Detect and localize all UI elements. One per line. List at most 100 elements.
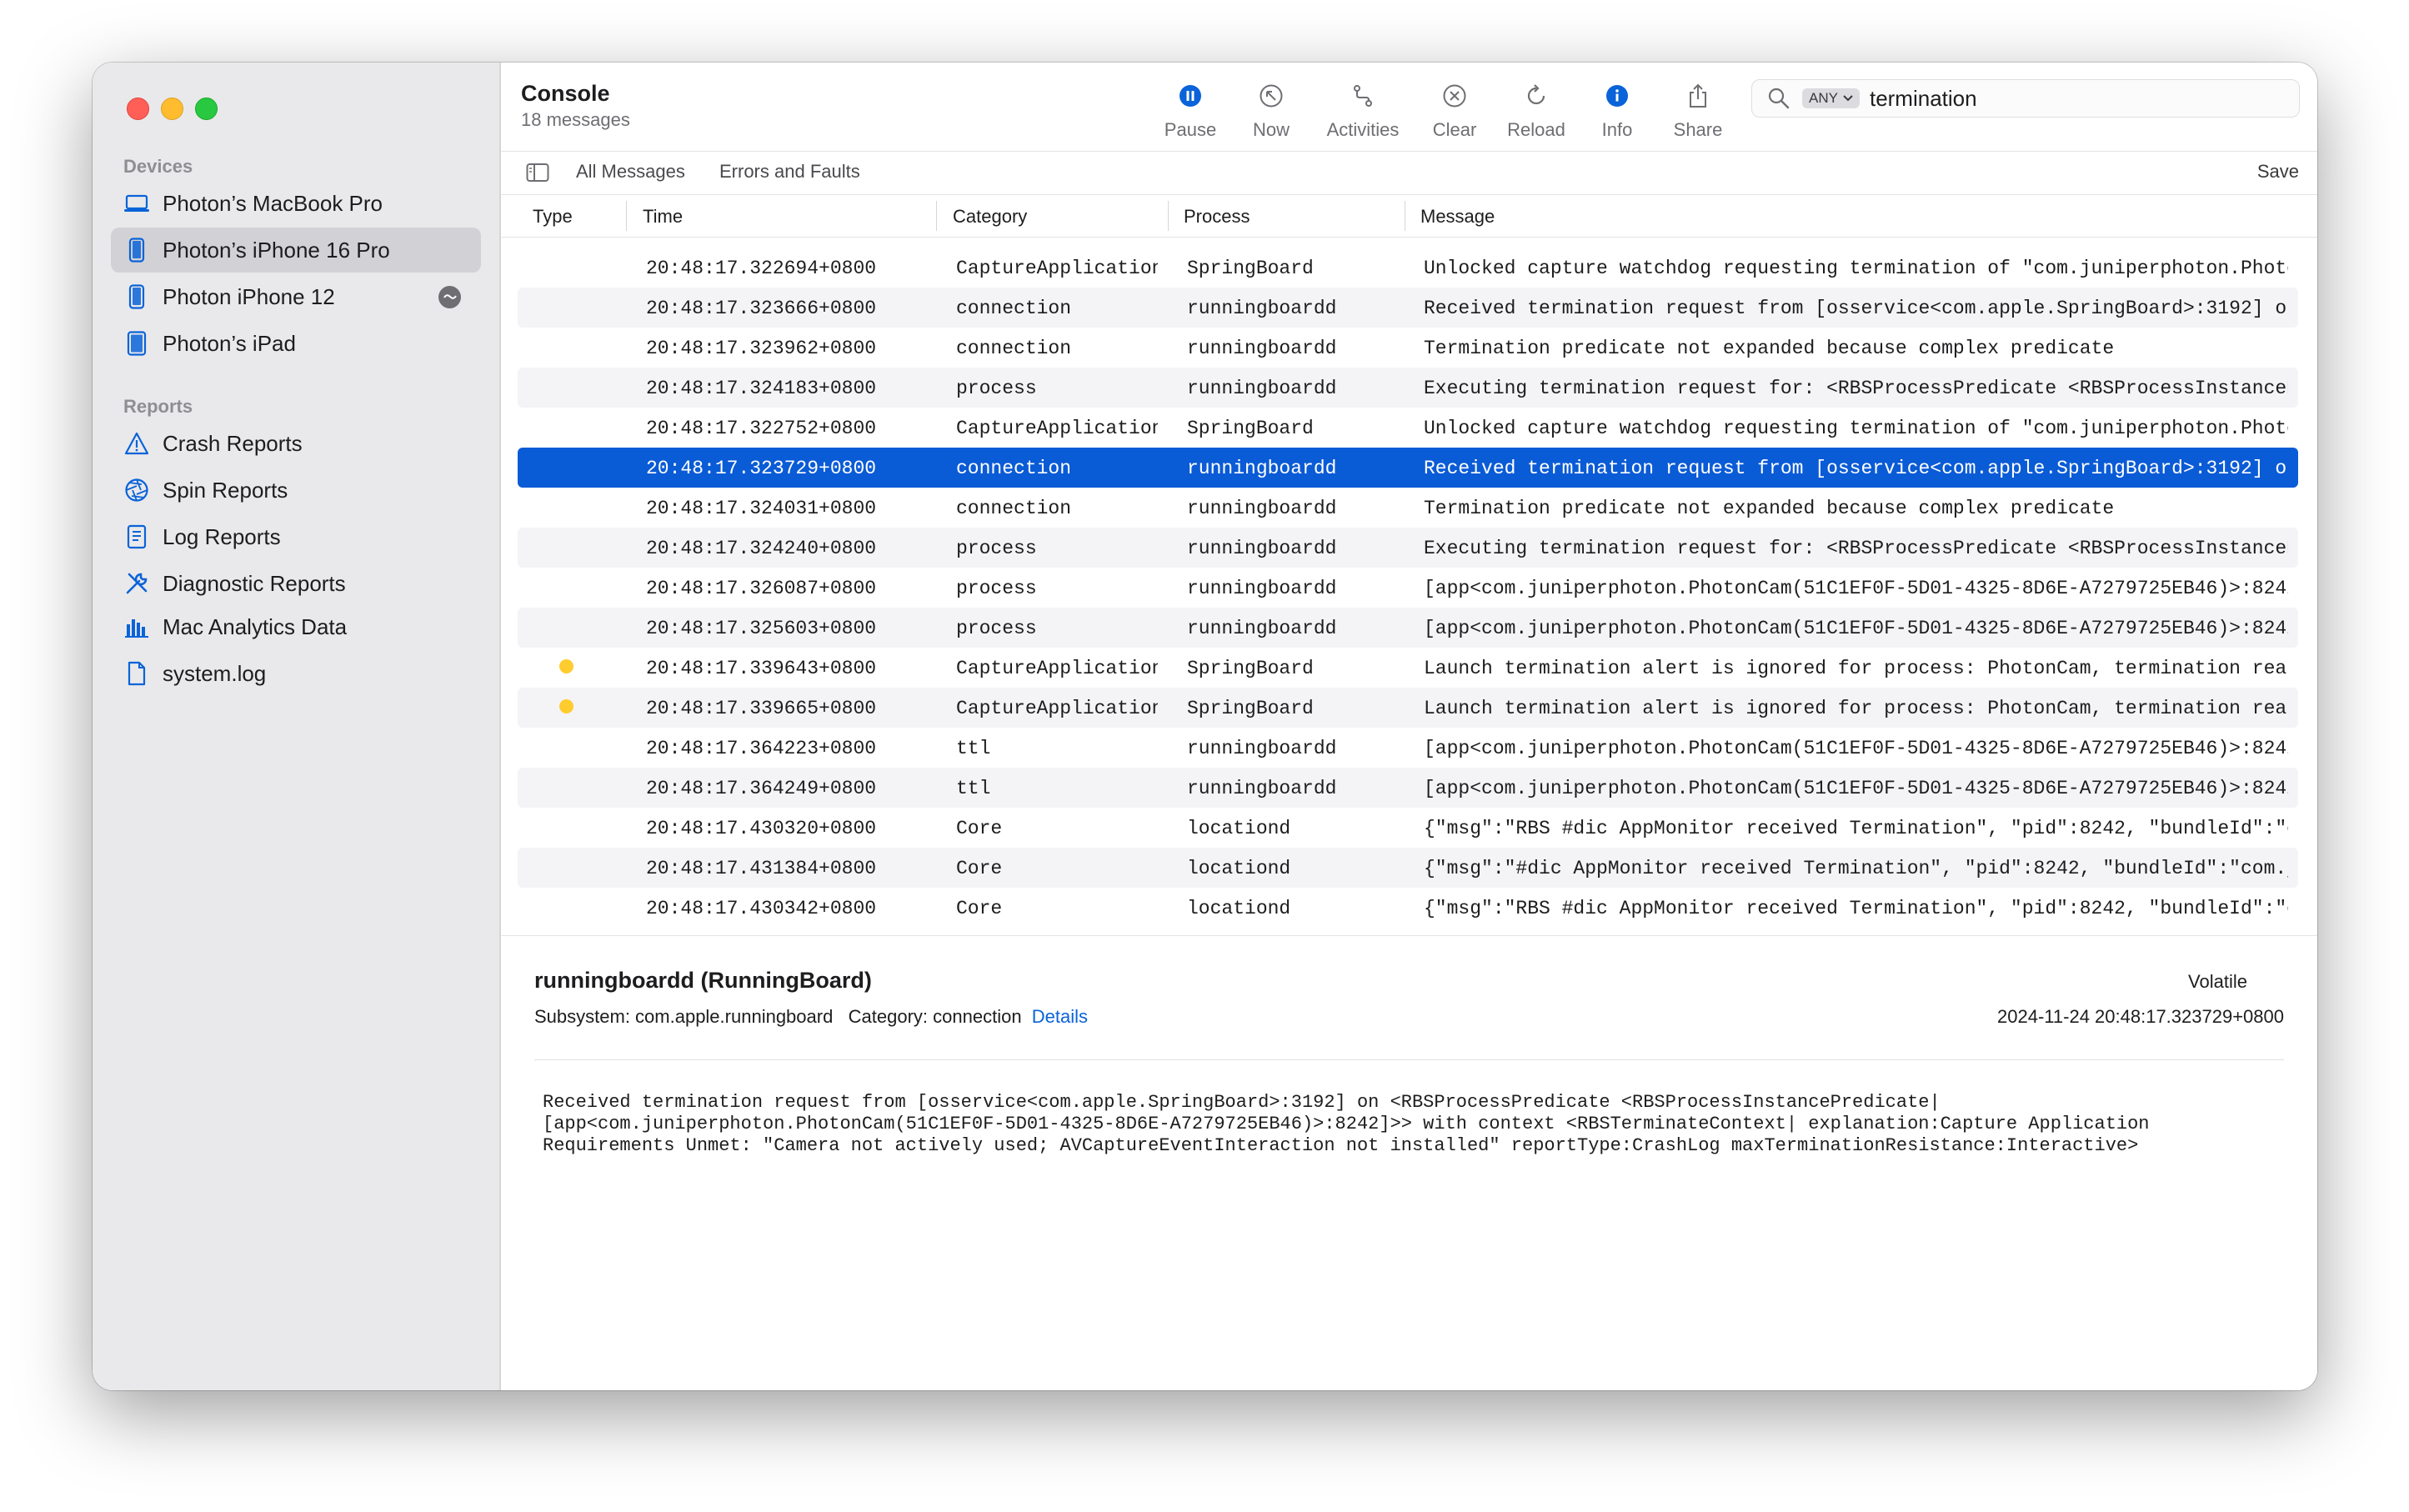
now-button[interactable]: Now [1225, 81, 1317, 141]
sidebar-item-iphone-12[interactable]: Photon iPhone 12 [111, 274, 481, 319]
console-window: Devices Photon’s MacBook Pro Photon’s iP… [93, 63, 2317, 1390]
detail-persistence: Volatile [2188, 971, 2247, 992]
document-list-icon [123, 523, 151, 551]
category-cell: connection [956, 298, 1072, 319]
zoom-button[interactable] [195, 98, 218, 120]
toolbar: Console 18 messages Pause Now Activities [501, 63, 2317, 152]
column-process[interactable]: Process [1184, 206, 1250, 228]
detail-message: Received termination request from [osser… [543, 1092, 2150, 1156]
sidebar-item-log-reports[interactable]: Log Reports [111, 514, 481, 559]
process-cell: SpringBoard [1187, 658, 1314, 679]
type-cell [551, 499, 584, 516]
time-cell: 20:48:17.339643+0800 [646, 658, 877, 679]
message-cell: [app<com.juniperphoton.PhotonCam(51C1EF0… [1424, 778, 2288, 799]
category-cell: CaptureApplication [956, 658, 1158, 679]
pause-button[interactable]: Pause [1144, 81, 1236, 141]
sidebar-item-macbook-pro[interactable]: Photon’s MacBook Pro [111, 181, 481, 226]
sidebar-item-system-log[interactable]: system.log [111, 651, 481, 696]
column-category[interactable]: Category [953, 206, 1027, 228]
type-cell [551, 819, 584, 836]
table-row[interactable]: 20:48:17.364249+0800 ttl runningboardd [app… [518, 768, 2298, 808]
table-row[interactable]: 20:48:17.430342+0800 Core locationd {"msg":… [518, 888, 2298, 928]
close-button[interactable] [127, 98, 149, 120]
devices-heading: Devices [123, 156, 193, 177]
column-type[interactable]: Type [533, 206, 573, 228]
message-cell: Received termination request from [osser… [1424, 298, 2288, 319]
share-icon [1683, 81, 1713, 111]
sidebar-item-label: system.log [163, 660, 267, 686]
table-row[interactable]: 20:48:17.364223+0800 ttl runningboardd [app… [518, 728, 2298, 768]
type-cell [551, 539, 584, 556]
bar-chart-icon [123, 613, 151, 641]
message-cell: [app<com.juniperphoton.PhotonCam(51C1EF0… [1424, 578, 2288, 599]
share-button[interactable]: Share [1652, 81, 1744, 141]
sidebar-item-spin-reports[interactable]: Spin Reports [111, 468, 481, 513]
search-token[interactable]: termination [1870, 86, 1977, 112]
table-row[interactable]: 20:48:17.339643+0800 CaptureApplication Sp… [518, 648, 2298, 688]
table-row[interactable]: 20:48:17.322752+0800 CaptureApplication Sp… [518, 408, 2298, 448]
table-row[interactable]: 20:48:17.430320+0800 Core locationd {"msg":… [518, 808, 2298, 848]
reports-heading: Reports [123, 396, 193, 417]
table-row[interactable]: 20:48:17.339665+0800 CaptureApplication Sp… [518, 688, 2298, 728]
search-field[interactable]: ANY termination [1751, 79, 2300, 118]
type-cell [551, 299, 584, 316]
table-row[interactable]: 20:48:17.325603+0800 process runningboardd… [518, 608, 2298, 648]
clear-button[interactable]: Clear [1409, 81, 1500, 141]
details-link[interactable]: Details [1032, 1006, 1088, 1027]
sidebar-item-crash-reports[interactable]: Crash Reports [111, 421, 481, 466]
table-row[interactable]: 20:48:17.324240+0800 process runningboardd… [518, 528, 2298, 568]
sidebar-item-diagnostic-reports[interactable]: Diagnostic Reports [111, 561, 481, 606]
process-cell: runningboardd [1187, 538, 1337, 559]
process-cell: SpringBoard [1187, 258, 1314, 279]
message-cell: [app<com.juniperphoton.PhotonCam(51C1EF0… [1424, 738, 2288, 759]
search-scope-dropdown[interactable]: ANY [1802, 88, 1860, 108]
sidebar-item-mac-analytics-data[interactable]: Mac Analytics Data [111, 604, 481, 649]
table-row[interactable]: 20:48:17.323729+0800 connection runningboa… [518, 448, 2298, 488]
process-cell: locationd [1187, 858, 1291, 879]
message-cell: Executing termination request for: <RBSP… [1424, 538, 2288, 559]
table-row[interactable]: 20:48:17.323666+0800 connection runningboa… [518, 288, 2298, 328]
time-cell: 20:48:17.322694+0800 [646, 258, 877, 279]
column-message[interactable]: Message [1420, 206, 1495, 228]
sidebar-item-label: Diagnostic Reports [163, 570, 346, 596]
message-cell: Unlocked capture watchdog requesting ter… [1424, 418, 2288, 439]
table-row[interactable]: 20:48:17.324031+0800 connection runningboa… [518, 488, 2298, 528]
table-row[interactable]: 20:48:17.322694+0800 CaptureApplication Sp… [518, 248, 2298, 288]
sidebar-item-ipad[interactable]: Photon’s iPad [111, 321, 481, 366]
table-row[interactable]: 20:48:17.326087+0800 process runningboardd… [518, 568, 2298, 608]
save-button[interactable]: Save [2249, 159, 2307, 184]
sidebar-toggle-icon[interactable] [526, 163, 549, 187]
category-cell: Core [956, 818, 1003, 839]
message-cell: {"msg":"RBS #dic AppMonitor received Ter… [1424, 818, 2288, 839]
process-cell: locationd [1187, 898, 1291, 919]
tab-errors-and-faults[interactable]: Errors and Faults [719, 161, 860, 183]
table-row[interactable]: 20:48:17.324183+0800 process runningboardd… [518, 368, 2298, 408]
tab-all-messages[interactable]: All Messages [576, 161, 685, 183]
type-cell [551, 699, 584, 716]
time-cell: 20:48:17.430342+0800 [646, 898, 877, 919]
reload-button[interactable]: Reload [1490, 81, 1582, 141]
sidebar-item-iphone-16-pro[interactable]: Photon’s iPhone 16 Pro [111, 228, 481, 273]
type-cell [551, 579, 584, 596]
table-row[interactable]: 20:48:17.431384+0800 Core locationd {"msg":… [518, 848, 2298, 888]
type-cell [551, 459, 584, 476]
message-count: 18 messages [521, 109, 630, 130]
category-cell: Core [956, 858, 1003, 879]
process-cell: SpringBoard [1187, 418, 1314, 439]
message-cell: {"msg":"RBS #dic AppMonitor received Ter… [1424, 898, 2288, 919]
activities-button[interactable]: Activities [1317, 81, 1409, 141]
info-button[interactable]: Info [1571, 81, 1663, 141]
table-header: Type Time Category Process Message [501, 194, 2317, 238]
pause-icon [1175, 81, 1205, 111]
table-row[interactable]: 20:48:17.323962+0800 connection runningboa… [518, 328, 2298, 368]
column-time[interactable]: Time [643, 206, 683, 228]
default-level-dot-icon [559, 699, 573, 713]
sidebar-item-label: Photon’s iPhone 16 Pro [163, 237, 390, 263]
minimize-button[interactable] [161, 98, 183, 120]
time-cell: 20:48:17.339665+0800 [646, 698, 877, 719]
app-title: Console [521, 81, 610, 106]
time-cell: 20:48:17.324240+0800 [646, 538, 877, 559]
info-icon [1602, 81, 1632, 111]
type-cell [551, 379, 584, 396]
chevron-down-icon [1843, 95, 1853, 102]
